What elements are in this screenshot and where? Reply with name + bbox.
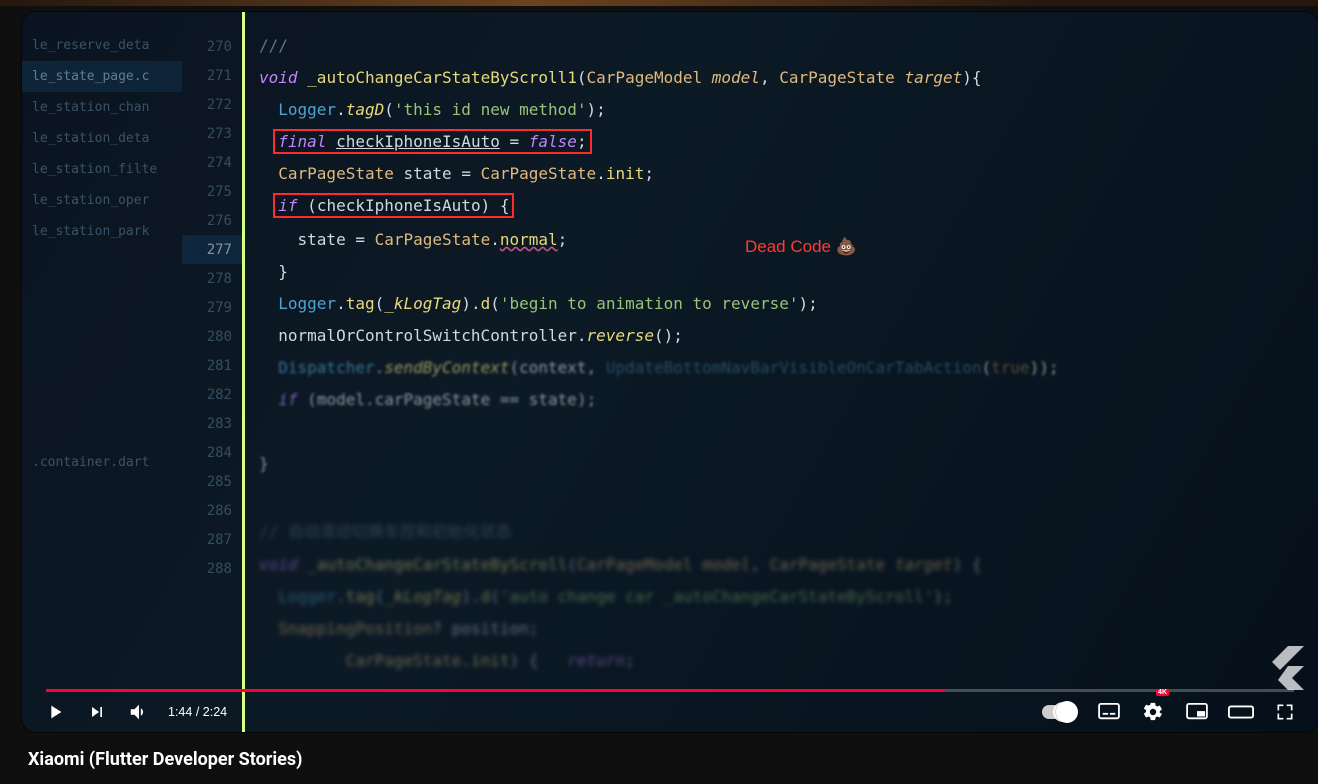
code-line: final checkIphoneIsAuto = false; [245,128,1318,160]
code-area: /// void _autoChangeCarStateByScroll1(Ca… [242,12,1318,732]
code-line: void _autoChangeCarStateByScroll(CarPage… [245,551,1318,583]
line-number: 274 [182,148,242,177]
code-editor-screenshot: le_reserve_deta le_state_page.c le_stati… [22,12,1318,732]
file-item: le_reserve_deta [22,30,182,61]
highlight-box: if (checkIphoneIsAuto) { [274,194,513,217]
theater-button[interactable] [1220,692,1262,732]
line-number: 284 [182,438,242,467]
play-button[interactable] [34,692,76,732]
code-line: if (model.carPageState == state); [245,386,1318,418]
code-line: Logger.tagD('this id new method'); [245,96,1318,128]
file-tree: le_reserve_deta le_state_page.c le_stati… [22,12,182,732]
line-number: 280 [182,322,242,351]
line-number: 271 [182,61,242,90]
captions-button[interactable] [1088,692,1130,732]
highlight-box: final checkIphoneIsAuto = false; [274,130,590,153]
line-number: 275 [182,177,242,206]
line-number: 273 [182,119,242,148]
file-item: .container.dart [22,447,182,478]
line-number: 286 [182,496,242,525]
line-number: 282 [182,380,242,409]
file-item: le_state_page.c [22,61,182,92]
code-line: CarPageState state = CarPageState.init; [245,160,1318,192]
file-item: le_station_oper [22,185,182,216]
line-number: 287 [182,525,242,554]
line-number: 276 [182,206,242,235]
video-title: Xiaomi (Flutter Developer Stories) [28,749,302,770]
line-number: 281 [182,351,242,380]
time-display: 1:44 / 2:24 [168,705,227,719]
fullscreen-button[interactable] [1264,692,1306,732]
dead-code-annotation: Dead Code 💩 [745,237,857,257]
code-text: /// [259,36,288,55]
code-line: if (checkIphoneIsAuto) { [245,192,1318,224]
video-player: le_reserve_deta le_state_page.c le_stati… [22,12,1318,732]
autoplay-toggle[interactable] [1032,692,1086,732]
flutter-logo-icon [1266,646,1304,692]
player-controls: 1:44 / 2:24 4K [22,692,1318,732]
line-number: 272 [182,90,242,119]
top-glow [0,0,1318,6]
file-item: le_station_chan [22,92,182,123]
file-item: le_station_filte [22,154,182,185]
code-line: normalOrControlSwitchController.reverse(… [245,322,1318,354]
line-number: 283 [182,409,242,438]
code-line [245,482,1318,514]
line-number: 285 [182,467,242,496]
code-line: } [245,450,1318,482]
code-line: } [245,258,1318,290]
line-gutter: 2702712722732742752762772782792802812822… [182,12,242,732]
volume-button[interactable] [118,692,160,732]
quality-badge: 4K [1156,689,1169,696]
line-number: 288 [182,554,242,583]
line-number: 270 [182,32,242,61]
code-line: // 自动滚动切换车控和初始化状态 [245,514,1318,551]
line-number: 279 [182,293,242,322]
next-button[interactable] [76,692,118,732]
file-item: le_station_deta [22,123,182,154]
code-line: CarPageState.init) { return; [245,647,1318,679]
code-line: Logger.tag(_kLogTag).d('begin to animati… [245,290,1318,322]
line-number: 277 [182,235,242,264]
settings-button[interactable]: 4K [1132,692,1174,732]
code-line: Dispatcher.sendByContext(context, Update… [245,354,1318,386]
code-line: void _autoChangeCarStateByScroll1(CarPag… [245,64,1318,96]
code-line: SnappingPosition? position; [245,615,1318,647]
miniplayer-button[interactable] [1176,692,1218,732]
line-number: 278 [182,264,242,293]
file-item: le_station_park [22,216,182,247]
code-line [245,418,1318,450]
code-line: Logger.tag(_kLogTag).d('auto change car … [245,583,1318,615]
